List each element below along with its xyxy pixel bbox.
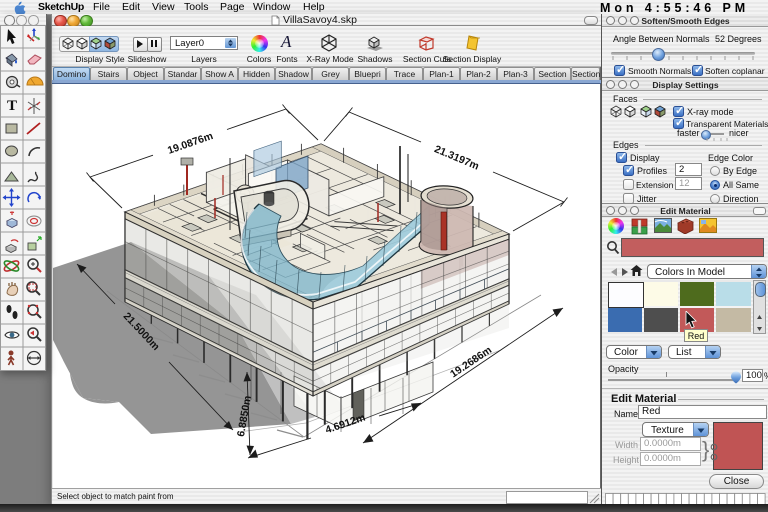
svg-text:19.0876m: 19.0876m: [166, 130, 215, 157]
svg-text:21.3197m: 21.3197m: [432, 143, 480, 172]
svg-text:T: T: [7, 98, 17, 114]
svg-text:19.2686m: 19.2686m: [448, 344, 494, 380]
